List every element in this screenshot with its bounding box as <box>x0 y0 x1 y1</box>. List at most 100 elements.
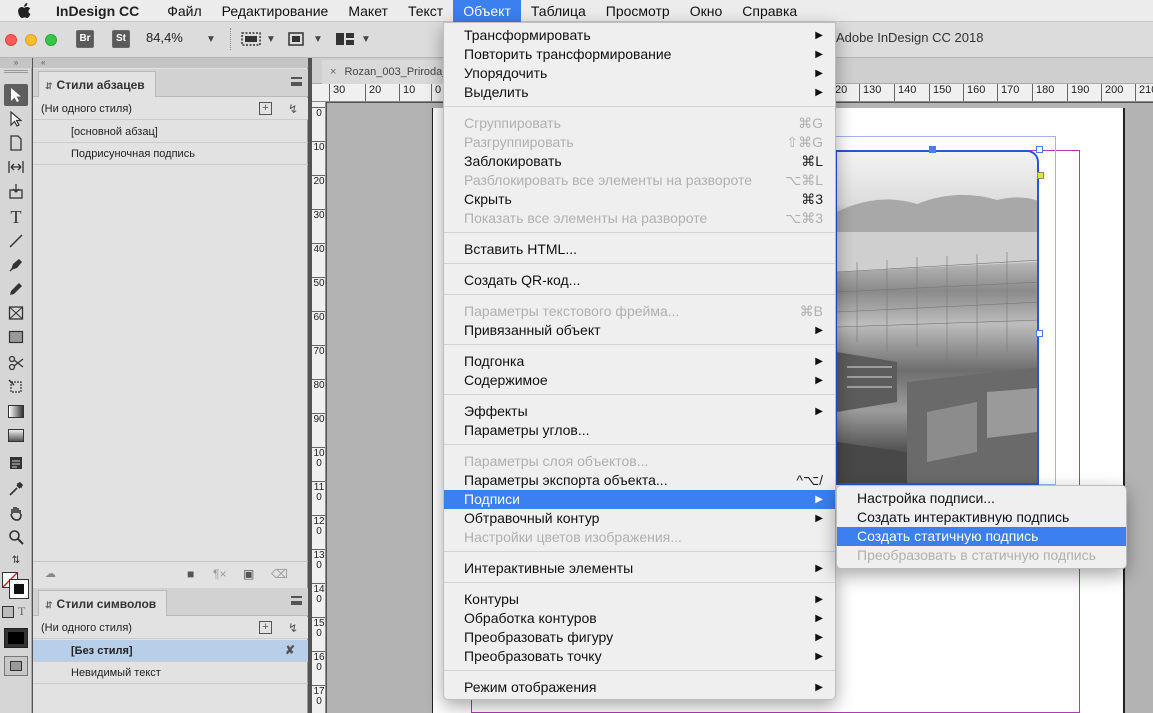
pencil-tool-icon[interactable] <box>4 278 28 300</box>
menu-item[interactable]: Преобразовать точку ▶ <box>444 647 835 666</box>
list-item[interactable]: (Ни одного стиля) + ↯ <box>33 98 308 120</box>
menu-help[interactable]: Справка <box>732 0 807 22</box>
menu-object[interactable]: Объект <box>453 0 521 22</box>
menu-item[interactable]: Обработка контуров ▶ <box>444 609 835 628</box>
apply-color-button[interactable] <box>4 628 28 648</box>
chevron-down-icon[interactable]: ▼ <box>266 34 276 45</box>
frame-handle[interactable] <box>929 146 936 153</box>
free-transform-tool-icon[interactable] <box>4 376 28 398</box>
close-window-button[interactable] <box>5 34 17 46</box>
chevron-down-icon[interactable]: ▼ <box>361 34 371 45</box>
content-collector-tool-icon[interactable] <box>4 180 28 202</box>
menu-item[interactable]: Заблокировать ⌘L <box>444 152 835 171</box>
menu-item[interactable]: Создать QR-код... <box>444 271 835 290</box>
menu-view[interactable]: Просмотр <box>596 0 680 22</box>
menu-item[interactable]: Обтравочный контур ▶ <box>444 509 835 528</box>
menu-file[interactable]: Файл <box>157 0 211 22</box>
menu-item[interactable]: Выделить ▶ <box>444 83 835 102</box>
collapse-arrows-icon[interactable]: » <box>0 58 32 68</box>
menu-item[interactable]: Интерактивные элементы ▶ <box>444 559 835 578</box>
menu-item[interactable]: Подгонка ▶ <box>444 352 835 371</box>
frame-handle[interactable] <box>1036 330 1043 337</box>
formatting-text-icon[interactable]: T <box>18 604 25 619</box>
menu-item[interactable]: Трансформировать ▶ <box>444 26 835 45</box>
list-item[interactable]: Невидимый текст <box>33 662 308 684</box>
selection-tool-icon[interactable] <box>4 84 28 106</box>
menu-item[interactable]: Содержимое ▶ <box>444 371 835 390</box>
menu-item[interactable]: Подписи ▶ <box>444 490 835 509</box>
stock-button[interactable]: St <box>112 30 130 48</box>
menu-item[interactable]: Вставить HTML... <box>444 240 835 259</box>
eyedropper-tool-icon[interactable] <box>4 478 28 500</box>
corner-options-handle[interactable] <box>1037 172 1044 179</box>
page-tool-icon[interactable] <box>4 132 28 154</box>
note-tool-icon[interactable] <box>4 452 28 474</box>
menu-type[interactable]: Текст <box>398 0 453 22</box>
menu-item[interactable]: Эффекты ▶ <box>444 402 835 421</box>
panel-menu-icon[interactable] <box>291 77 302 86</box>
lightning-icon[interactable]: ↯ <box>288 102 298 116</box>
pen-tool-icon[interactable] <box>4 254 28 276</box>
list-item-selected[interactable]: [Без стиля] ✘ <box>33 640 308 662</box>
folder-icon[interactable]: ■ <box>187 567 194 581</box>
menu-item[interactable]: Режим отображения ▶ <box>444 678 835 697</box>
menu-window[interactable]: Окно <box>680 0 733 22</box>
paragraph-styles-tab[interactable]: ⇵ Стили абзацев <box>38 71 156 97</box>
panel-menu-icon[interactable] <box>291 596 302 605</box>
cloud-icon[interactable]: ☁ <box>45 567 56 581</box>
submenu-item[interactable]: Создать статичную подпись <box>837 527 1126 546</box>
default-colors-icon[interactable]: ⇅ <box>4 552 28 568</box>
gradient-feather-tool-icon[interactable] <box>4 424 28 446</box>
zoom-level-field[interactable]: 84,4% <box>146 30 183 45</box>
new-style-icon[interactable]: + <box>259 621 272 634</box>
gradient-swatch-tool-icon[interactable] <box>4 400 28 422</box>
normal-view-mode-button[interactable] <box>4 656 28 676</box>
zoom-window-button[interactable] <box>45 34 57 46</box>
menu-item[interactable]: Повторить трансформирование ▶ <box>444 45 835 64</box>
new-style-icon[interactable]: + <box>259 102 272 115</box>
menu-edit[interactable]: Редактирование <box>212 0 339 22</box>
menu-item[interactable]: Привязанный объект ▶ <box>444 321 835 340</box>
screen-mode-icon[interactable] <box>240 30 262 51</box>
rectangle-frame-tool-icon[interactable] <box>4 302 28 324</box>
menu-item[interactable]: Преобразовать фигуру ▶ <box>444 628 835 647</box>
line-tool-icon[interactable] <box>4 230 28 252</box>
trash-icon[interactable]: ⌫ <box>271 567 288 581</box>
menu-item[interactable]: Параметры экспорта объекта... ^⌥/ <box>444 471 835 490</box>
document-tab[interactable]: × Rozan_003_Priroda_ <box>322 60 452 84</box>
menu-layout[interactable]: Макет <box>338 0 398 22</box>
character-styles-tab[interactable]: ⇵ Стили символов <box>38 590 168 616</box>
grip-icon[interactable] <box>4 70 28 73</box>
hand-tool-icon[interactable] <box>4 502 28 524</box>
menu-item[interactable]: Контуры ▶ <box>444 590 835 609</box>
submenu-item[interactable]: Настройка подписи... <box>837 489 1126 508</box>
zoom-tool-icon[interactable] <box>4 526 28 548</box>
collapse-arrows-icon[interactable]: « <box>33 58 308 68</box>
direct-selection-tool-icon[interactable] <box>4 108 28 130</box>
menu-item[interactable]: Упорядочить ▶ <box>444 64 835 83</box>
bridge-button[interactable]: Br <box>76 30 94 48</box>
scissors-tool-icon[interactable] <box>4 352 28 374</box>
type-tool-icon[interactable]: T <box>4 206 28 228</box>
list-item[interactable]: Подрисуночная подпись <box>33 143 308 165</box>
menu-item[interactable]: Скрыть ⌘3 <box>444 190 835 209</box>
lightning-icon[interactable]: ↯ <box>288 621 298 635</box>
apple-icon[interactable] <box>16 2 32 19</box>
app-name-menu[interactable]: InDesign CC <box>46 3 149 19</box>
gap-tool-icon[interactable] <box>4 156 28 178</box>
formatting-container-icon[interactable] <box>2 606 14 618</box>
frame-handle[interactable] <box>1036 146 1043 153</box>
close-tab-icon[interactable]: × <box>330 66 336 78</box>
arrange-documents-icon[interactable] <box>334 30 356 51</box>
list-item[interactable]: [основной абзац] <box>33 121 308 143</box>
submenu-item[interactable]: Создать интерактивную подпись <box>837 508 1126 527</box>
pen-cross-icon[interactable]: ✘ <box>285 643 295 657</box>
chevron-down-icon[interactable]: ▼ <box>206 34 216 45</box>
stroke-swatch[interactable] <box>9 579 29 599</box>
vertical-ruler[interactable]: 0 10 20 30 40 50 60 70 80 90 100 110 120 130 140 150 160… <box>312 102 326 713</box>
new-style-button-icon[interactable]: ▣ <box>243 567 254 581</box>
chevron-down-icon[interactable]: ▼ <box>313 34 323 45</box>
minimize-window-button[interactable] <box>25 34 37 46</box>
list-item[interactable]: (Ни одного стиля) + ↯ <box>33 617 308 639</box>
image-frame[interactable] <box>835 150 1039 485</box>
